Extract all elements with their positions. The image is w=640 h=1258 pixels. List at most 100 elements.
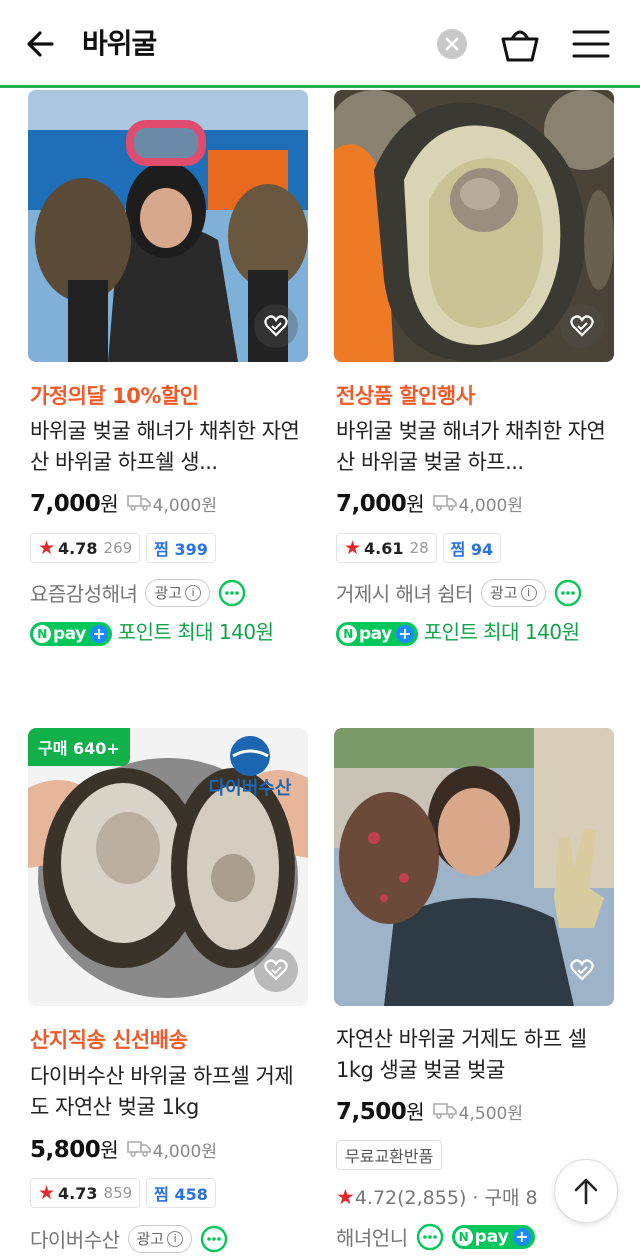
seller-row: 요즘감성해녀 광고 i — [30, 578, 246, 607]
talk-chat-icon[interactable] — [200, 1225, 228, 1253]
seller-name[interactable]: 다이버수산 — [30, 1224, 120, 1253]
truck-icon — [432, 493, 457, 515]
won-unit: 원 — [406, 1100, 425, 1124]
star-icon: ★ — [344, 537, 362, 559]
plus-icon: + — [89, 624, 108, 643]
promo-text: 가정의달 10%할인 — [30, 384, 199, 408]
seller-name[interactable]: 해녀언니 — [336, 1222, 408, 1251]
naver-n-icon: N — [454, 1227, 473, 1246]
talk-chat-icon[interactable] — [554, 579, 582, 607]
won-unit: 원 — [406, 492, 425, 516]
seller-name[interactable]: 요즘감성해녀 — [30, 578, 138, 607]
info-icon: i — [520, 584, 537, 601]
free-return-tag: 무료교환반품 — [336, 1140, 443, 1170]
npay-point-row: Npay + 포인트 최대 140원 — [30, 617, 310, 647]
scroll-top-button[interactable] — [554, 1159, 618, 1223]
product-title[interactable]: 바위굴 벚굴 해녀가 채취한 자연산 바위굴 벚굴 하프... — [336, 416, 612, 478]
zzim-count-tag: 찜 94 — [442, 533, 502, 563]
promo-text: 산지직송 신선배송 — [30, 1028, 188, 1052]
npay-point-text: 포인트 최대 140원 — [423, 620, 580, 644]
top-app-bar: 바위굴 — [0, 0, 640, 88]
plus-icon: + — [395, 624, 414, 643]
review-count: 28 — [409, 539, 429, 557]
product-title[interactable]: 자연산 바위굴 거제도 하프 셀 1kg 생굴 벚굴 벚굴 — [336, 1024, 612, 1086]
npay-label: pay — [53, 623, 86, 644]
star-icon: ★ — [38, 537, 56, 559]
ad-label: 광고 — [136, 1230, 165, 1248]
ad-badge[interactable]: 광고 i — [481, 578, 546, 607]
review-count: 859 — [103, 1184, 133, 1202]
ad-label: 광고 — [490, 584, 518, 602]
tag-row: ★ 4.61 28 찜 94 — [336, 533, 502, 563]
rating-tag: ★ 4.73 859 — [30, 1178, 141, 1208]
seller-row: 해녀언니 Npay + — [336, 1222, 541, 1251]
npay-badge: Npay + — [30, 621, 112, 646]
plus-icon: + — [512, 1227, 531, 1246]
zzim-heart-icon[interactable] — [254, 948, 298, 992]
purchase-count: 구매 8 — [484, 1187, 538, 1209]
talk-chat-icon[interactable] — [218, 579, 246, 607]
zzim-heart-icon[interactable] — [560, 304, 604, 348]
star-icon: ★ — [38, 1182, 56, 1204]
rating-tag: ★ 4.78 269 — [30, 533, 141, 563]
zzim-heart-icon[interactable] — [254, 304, 298, 348]
npay-label: pay — [474, 1226, 509, 1247]
info-icon: i — [185, 584, 202, 601]
info-icon: i — [167, 1230, 184, 1247]
zzim-count-tag: 찜 399 — [146, 533, 216, 563]
watermark-text: 다이버수산 — [209, 778, 292, 799]
product-image[interactable]: 다이버수산 구매 640+ — [28, 728, 308, 1006]
ad-label: 광고 — [154, 584, 183, 602]
naver-n-icon: N — [339, 624, 357, 643]
price-row: 5,800 원 4,000원 — [30, 1134, 217, 1163]
price: 7,000 — [30, 491, 101, 517]
price: 7,500 — [336, 1099, 407, 1125]
star-icon: ★ — [336, 1185, 355, 1209]
product-image[interactable] — [28, 90, 308, 362]
shipping-fee: 4,500원 — [458, 1104, 523, 1124]
product-image[interactable] — [334, 90, 614, 362]
price-row: 7,000 원 4,000원 — [336, 488, 523, 517]
npay-point-row: Npay + 포인트 최대 140원 — [336, 617, 616, 647]
ad-badge[interactable]: 광고 i — [127, 1224, 193, 1253]
shipping-fee: 4,000원 — [152, 496, 217, 516]
rating-line: ★4.72(2,855) · 구매 8 — [336, 1183, 538, 1210]
shopping-bag-icon[interactable] — [498, 22, 542, 66]
price-row: 7,500 원 4,500원 — [336, 1096, 523, 1125]
purchase-count-badge: 구매 640+ — [28, 728, 130, 766]
price-row: 7,000 원 4,000원 — [30, 488, 217, 517]
promo-text: 전상품 할인행사 — [336, 384, 475, 408]
rating-score: 4.78 — [58, 538, 98, 558]
rating-summary: 4.72(2,855) — [354, 1187, 467, 1209]
truck-icon — [126, 1139, 151, 1161]
rating-score: 4.73 — [58, 1183, 98, 1203]
won-unit: 원 — [100, 492, 119, 516]
price: 7,000 — [336, 491, 407, 517]
shipping-fee: 4,000원 — [152, 1142, 217, 1162]
seller-row: 다이버수산 광고 i — [30, 1224, 228, 1253]
arrow-up-icon — [574, 1178, 598, 1205]
product-title[interactable]: 다이버수산 바위굴 하프셀 거제도 자연산 벚굴 1kg — [30, 1061, 306, 1123]
truck-icon — [126, 493, 151, 515]
ad-badge[interactable]: 광고 i — [145, 578, 211, 607]
tag-row: ★ 4.78 269 찜 399 — [30, 533, 216, 563]
npay-badge: Npay + — [451, 1224, 535, 1249]
product-title[interactable]: 바위굴 벚굴 해녀가 채취한 자연산 바위굴 하프쉘 생... — [30, 416, 306, 478]
clear-icon[interactable] — [437, 29, 467, 59]
seller-row: 거제시 해녀 쉼터 광고 i — [336, 578, 582, 607]
naver-n-icon: N — [33, 624, 51, 643]
rating-tag: ★ 4.61 28 — [336, 533, 437, 563]
search-query-text[interactable]: 바위굴 — [82, 24, 157, 64]
zzim-heart-icon[interactable] — [560, 948, 604, 992]
hamburger-menu-icon[interactable] — [570, 24, 612, 64]
npay-point-text: 포인트 최대 140원 — [117, 620, 274, 644]
product-image[interactable] — [334, 728, 614, 1006]
tag-row: ★ 4.73 859 찜 458 — [30, 1178, 216, 1208]
won-unit: 원 — [100, 1138, 119, 1162]
talk-chat-icon[interactable] — [416, 1223, 444, 1251]
back-arrow-icon[interactable] — [22, 24, 62, 64]
rating-score: 4.61 — [364, 538, 404, 558]
seller-name[interactable]: 거제시 해녀 쉼터 — [336, 578, 474, 607]
truck-icon — [432, 1101, 457, 1123]
review-count: 269 — [103, 539, 133, 557]
